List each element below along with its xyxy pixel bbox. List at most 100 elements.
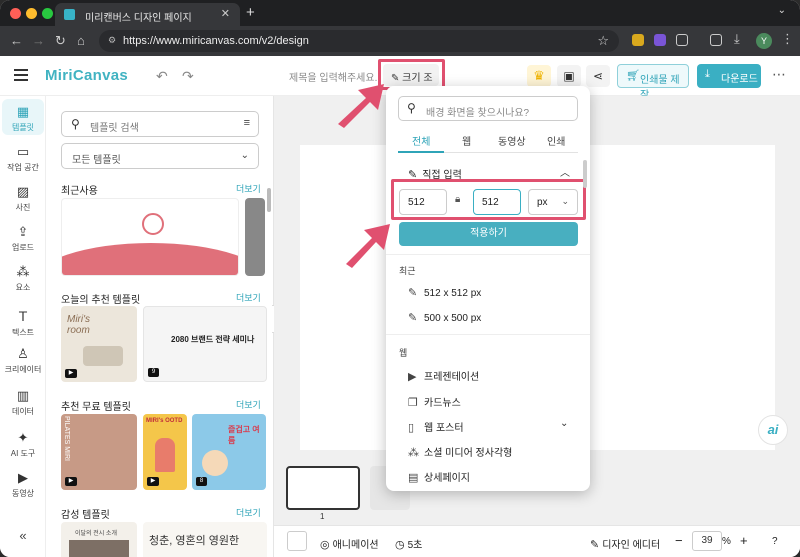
thumb-text: 2080 브랜드 전략 세미나 [171, 335, 255, 344]
browser-menu-icon[interactable]: ⋮ [781, 31, 794, 47]
save-status-icon[interactable]: ▣ [557, 65, 581, 87]
more-link[interactable]: 더보기 [236, 291, 261, 304]
share-icon[interactable]: ⋖ [586, 65, 610, 87]
tab-list-chevron-icon[interactable]: ⌄ [778, 5, 786, 16]
section-title: 최근사용 [61, 186, 98, 197]
zoom-level-input[interactable]: 39 [692, 531, 722, 551]
tab-print[interactable]: 인쇄 [547, 133, 565, 148]
url-bar[interactable]: ⚙ https://www.miricanvas.com/v2/design ☆ [99, 30, 619, 52]
home-icon[interactable]: ⌂ [77, 33, 85, 48]
recent-size-item[interactable]: ✎ 500 x 500 px [408, 311, 481, 324]
more-options-icon[interactable]: ⋯ [772, 66, 786, 83]
rail-item-text[interactable]: Ｔ 텍스트 [0, 306, 46, 338]
chevron-up-icon[interactable]: ︿ [560, 164, 570, 179]
download-button[interactable]: ⤓ 다운로드 [697, 64, 761, 88]
premium-crown-icon[interactable]: ♛ [527, 65, 551, 87]
rail-item-template[interactable]: ▦ 템플릿 [0, 104, 46, 133]
template-thumb-youth[interactable]: 청춘, 영혼의 영원한 [143, 522, 267, 557]
filter-icon[interactable]: ≡ [244, 117, 250, 129]
size-item-cardnews[interactable]: ❐ 카드뉴스 [408, 394, 461, 409]
tab-video[interactable]: 동영상 [498, 133, 526, 148]
creator-icon: ♙ [17, 346, 29, 361]
forward-icon[interactable]: → [32, 33, 45, 48]
template-thumb-exhibition[interactable]: 이달의 전시 소개 [61, 522, 137, 557]
more-link[interactable]: 더보기 [236, 398, 261, 411]
background-color-swatch[interactable] [287, 531, 307, 551]
popup-scrollbar[interactable] [583, 160, 587, 188]
template-thumb-ootd[interactable]: MIRI's OOTD ▶ [143, 414, 187, 490]
maximize-window-button[interactable] [42, 8, 53, 19]
thumb-text: PILATES MIRI [63, 416, 70, 461]
chevron-down-icon[interactable]: ⌄ [560, 418, 568, 429]
rail-item-upload[interactable]: ⇪ 업로드 [0, 224, 46, 253]
more-link[interactable]: 더보기 [236, 182, 261, 195]
minimize-window-button[interactable] [26, 8, 37, 19]
print-order-button[interactable]: 🛒︎ 인쇄물 제작 [617, 64, 689, 101]
rail-item-photo[interactable]: ▨ 사진 [0, 184, 46, 213]
page-thumbnail[interactable] [286, 466, 360, 510]
rail-item-elements[interactable]: ⁂ 요소 [0, 264, 46, 293]
section-title: 오늘의 추천 템플릿 [61, 295, 141, 306]
cart-icon: 🛒︎ [626, 70, 640, 82]
download-icon[interactable]: ⤓ [734, 31, 740, 47]
redo-icon[interactable]: ↷ [182, 68, 194, 85]
template-search-input[interactable]: ⚲ 템플릿 검색 ≡ [61, 111, 259, 137]
close-tab-icon[interactable]: ✕ [221, 7, 230, 20]
profile-avatar[interactable]: Y [756, 33, 772, 49]
template-thumb-pilates[interactable]: PILATES MIRI ▶ [61, 414, 137, 490]
size-item-web-poster[interactable]: ▯ 웹 포스터 [408, 419, 464, 434]
recent-template-thumb[interactable] [245, 198, 265, 276]
template-thumb-miris-room[interactable]: Miri's room ▶ [61, 306, 137, 382]
rail-item-video[interactable]: ▶ 동영상 [0, 470, 46, 499]
recent-size-item[interactable]: ✎ 512 x 512 px [408, 286, 481, 299]
rail-item-data[interactable]: ▥ 데이터 [0, 388, 46, 417]
close-window-button[interactable] [10, 8, 21, 19]
size-item-label: 프레젠테이션 [424, 372, 480, 383]
design-editor-button[interactable]: ✎ 디자인 에디터 [590, 536, 660, 551]
bookmark-star-icon[interactable]: ☆ [597, 33, 609, 49]
hamburger-menu-icon[interactable] [14, 69, 28, 81]
template-category-select[interactable]: 모든 템플릿 ⌄ [61, 143, 259, 169]
tab-web[interactable]: 웹 [462, 133, 471, 148]
panel-scrollbar[interactable] [267, 188, 271, 212]
reload-icon[interactable]: ↻ [55, 33, 66, 49]
size-item-detail-page[interactable]: ▤ 상세페이지 [408, 469, 470, 484]
rail-item-creator[interactable]: ♙ 크리에이터 [0, 346, 46, 375]
reading-list-icon[interactable] [710, 34, 722, 46]
miricanvas-logo[interactable]: MiriCanvas [45, 67, 128, 84]
site-info-icon[interactable]: ⚙ [108, 35, 116, 46]
rail-item-ai-tools[interactable]: ✦ AI 도구 [0, 430, 46, 459]
rail-item-workspace[interactable]: ▭ 작업 공간 [0, 144, 46, 173]
size-item-label: 소셜 미디어 정사각형 [424, 448, 513, 459]
more-link[interactable]: 더보기 [236, 506, 261, 519]
collapse-rail-icon[interactable]: « [0, 528, 46, 543]
browser-tab[interactable]: 미리캔버스 디자인 페이지 ✕ [55, 3, 240, 26]
size-item-presentation[interactable]: ▶︎ 프레젠테이션 [408, 368, 479, 383]
pencil-icon: ✎ [408, 312, 418, 324]
ai-assistant-button[interactable]: ai [758, 415, 788, 445]
new-tab-icon[interactable]: + [246, 4, 255, 21]
zoom-in-icon[interactable]: + [740, 533, 748, 548]
template-thumb-summer[interactable]: 즐겁고 여름 8 [192, 414, 266, 490]
upload-icon: ⇪ [17, 224, 29, 239]
extension-icon[interactable] [654, 34, 666, 46]
recent-template-thumb[interactable] [61, 198, 239, 276]
duration-button[interactable]: ◷ 5초 [395, 536, 422, 551]
browser-window: 미리캔버스 디자인 페이지 ✕ + ⌄ ← → ↻ ⌂ ⚙ https://ww… [0, 0, 800, 557]
back-icon[interactable]: ← [10, 33, 23, 48]
video-badge-icon: ▶ [65, 477, 77, 486]
size-search-input[interactable]: ⚲ 배경 화면을 찾으시나요? [398, 96, 578, 121]
extensions-puzzle-icon[interactable] [676, 34, 688, 46]
help-icon[interactable]: ? [772, 536, 778, 547]
size-item-label: 웹 포스터 [424, 423, 464, 434]
zoom-out-icon[interactable]: − [675, 533, 683, 548]
size-item-label: 상세페이지 [424, 473, 470, 484]
apply-button[interactable]: 적용하기 [399, 222, 578, 246]
extension-icon[interactable] [632, 34, 644, 46]
animation-button[interactable]: ◎ 애니메이션 [320, 536, 379, 551]
tab-all[interactable]: 전체 [412, 133, 430, 148]
undo-icon[interactable]: ↶ [156, 68, 168, 85]
template-thumb-seminar[interactable]: 2080 브랜드 전략 세미나 9 [143, 306, 267, 382]
url-text: https://www.miricanvas.com/v2/design [123, 35, 309, 47]
size-item-social-square[interactable]: ⁂ 소셜 미디어 정사각형 [408, 444, 512, 459]
